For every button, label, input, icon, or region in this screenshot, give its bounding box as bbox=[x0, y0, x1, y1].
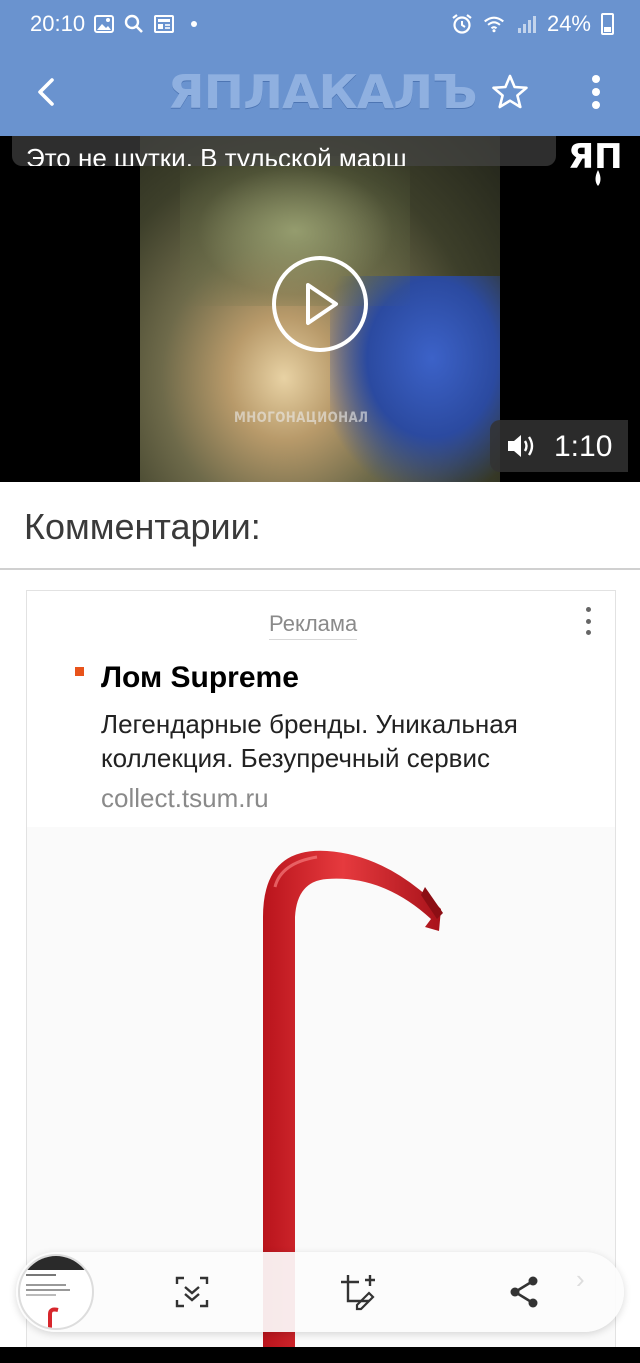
comments-heading: Комментарии: bbox=[24, 506, 261, 547]
back-arrow-icon bbox=[38, 78, 54, 106]
share-button[interactable] bbox=[502, 1270, 546, 1314]
crop-edit-button[interactable] bbox=[336, 1270, 380, 1314]
ad-url[interactable]: collect.tsum.ru bbox=[101, 783, 269, 814]
scroll-capture-icon bbox=[175, 1276, 209, 1308]
back-button[interactable] bbox=[22, 68, 70, 116]
yap-corner-logo: ЯП bbox=[566, 136, 630, 192]
chevron-right-icon: › bbox=[576, 1264, 585, 1294]
ad-block[interactable]: Реклама Лом Supreme Легендарные бренды. … bbox=[26, 590, 616, 1363]
battery-percent: 24% bbox=[546, 11, 591, 36]
video-player[interactable]: МНОГОНАЦИОНАЛ Это не шутки. В тульской м… bbox=[0, 136, 640, 482]
app-bar: ЯПЛАКАЛЪ bbox=[0, 50, 640, 136]
overflow-menu-button[interactable] bbox=[576, 68, 616, 116]
signal-icon bbox=[515, 13, 537, 35]
ad-label: Реклама bbox=[269, 611, 358, 640]
status-time: 20:10 bbox=[30, 11, 86, 36]
crop-edit-icon bbox=[341, 1275, 375, 1311]
ad-menu-button[interactable] bbox=[579, 605, 597, 637]
status-bar: 20:10 24% bbox=[0, 0, 640, 50]
section-divider bbox=[0, 568, 640, 570]
play-button[interactable] bbox=[272, 256, 368, 352]
battery-icon bbox=[601, 13, 614, 35]
ad-marker bbox=[75, 667, 84, 676]
video-duration: 1:10 bbox=[554, 430, 613, 463]
notification-dot-icon bbox=[183, 13, 205, 35]
status-left: 20:10 bbox=[30, 11, 205, 37]
ad-title[interactable]: Лом Supreme bbox=[101, 661, 299, 695]
video-title: Это не шутки. В тульской марш bbox=[26, 143, 407, 166]
favorite-button[interactable] bbox=[488, 70, 532, 114]
video-controls-pill: 1:10 bbox=[490, 420, 628, 472]
more-vert-icon bbox=[592, 75, 600, 109]
news-icon bbox=[153, 13, 175, 35]
play-icon bbox=[306, 283, 338, 325]
scroll-capture-button[interactable] bbox=[170, 1270, 214, 1314]
alarm-icon bbox=[451, 13, 473, 35]
wifi-icon bbox=[483, 13, 505, 35]
navigation-bar bbox=[0, 1347, 640, 1363]
gallery-icon bbox=[93, 13, 115, 35]
yap-logo-text: ЯП bbox=[568, 137, 623, 177]
screenshot-thumbnail[interactable] bbox=[18, 1254, 94, 1330]
search-icon bbox=[123, 13, 145, 35]
ad-description[interactable]: Легендарные бренды. Уникальная коллекция… bbox=[101, 707, 611, 775]
site-logo[interactable]: ЯПЛАКАЛЪ bbox=[165, 65, 480, 119]
status-right: 24% bbox=[451, 11, 614, 37]
video-watermark: МНОГОНАЦИОНАЛ bbox=[234, 410, 369, 426]
screenshot-toolbar: › bbox=[16, 1252, 624, 1332]
video-title-bar: Это не шутки. В тульской марш bbox=[12, 136, 556, 166]
share-icon bbox=[510, 1276, 538, 1308]
star-icon bbox=[492, 74, 528, 109]
volume-icon[interactable] bbox=[506, 432, 538, 465]
